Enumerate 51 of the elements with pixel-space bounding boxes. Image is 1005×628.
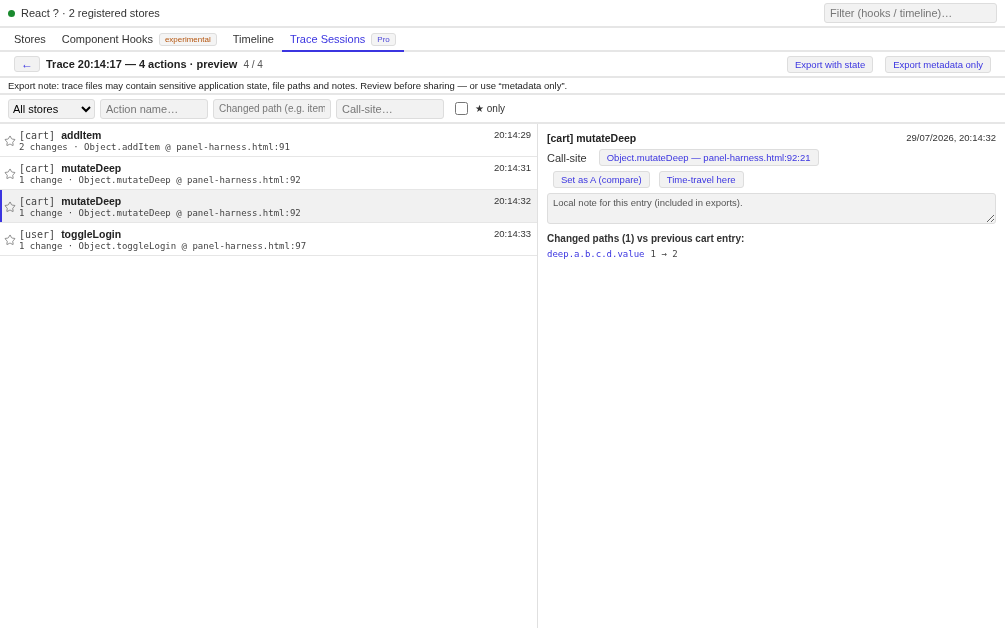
back-button[interactable]: ←: [14, 56, 40, 72]
action-button[interactable]: Time-travel here: [658, 171, 744, 188]
tab[interactable]: Component Hooks experimental: [53, 28, 225, 52]
entry-meta: 1 change · Object.toggleLogin @ panel-harness.html:97: [19, 241, 308, 251]
entry-time: 20:14:33: [494, 228, 531, 239]
entry-action: mutateDeep: [61, 195, 122, 207]
entry-store: [cart]: [19, 163, 56, 174]
entry-action: mutateDeep: [61, 162, 122, 174]
trace-count: 4 / 4: [243, 58, 263, 70]
entry-meta: 1 change · Object.mutateDeep @ panel-harness.html:92: [19, 175, 302, 185]
star-icon[interactable]: [4, 233, 16, 246]
detail-title: [cart] mutateDeep: [547, 132, 637, 144]
changed-path: deep.a.b.c.d.value: [547, 249, 645, 259]
trace-title: Trace 20:14:17 — 4 actions · preview: [46, 58, 238, 70]
star-icon[interactable]: [4, 134, 16, 147]
entry-store: [cart]: [19, 130, 56, 141]
entry-action: addItem: [61, 129, 102, 141]
action-button[interactable]: Set as A (compare): [553, 171, 650, 188]
entry-meta: 2 changes · Object.addItem @ panel-harness.html:91: [19, 142, 291, 152]
export-note: Export note: trace files may contain sensitive application state, file paths and notes. Review before sharing — or use “metadata only”.: [0, 78, 1005, 95]
entry-time: 20:14:29: [494, 129, 531, 140]
action-filter-field[interactable]: Action name…: [100, 98, 208, 119]
tab-badge: Pro: [371, 32, 396, 46]
tab-badge: experimental: [158, 32, 217, 46]
change-value: 1 → 2: [650, 249, 678, 259]
detail-datetime: 29/07/2026, 20:14:32: [906, 132, 996, 143]
star-icon[interactable]: [4, 200, 16, 213]
star-icon[interactable]: [4, 167, 16, 180]
entry-row[interactable]: [cart] mutateDeep 1 change · Object.mutateDeep @ panel-harness.html:92 20:14:32: [0, 190, 537, 223]
entry-action: toggleLogin: [61, 228, 122, 240]
callsite-label: Call-site: [547, 151, 587, 164]
entry-meta: 1 change · Object.mutateDeep @ panel-harness.html:92: [19, 208, 302, 218]
path-filter-field[interactable]: Changed path (e.g. item: [213, 98, 331, 119]
changes-heading: Changed paths (1) vs previous cart entry:: [547, 233, 746, 244]
starred-only-label: ★ only: [475, 103, 506, 114]
entry-store: [cart]: [19, 196, 56, 207]
starred-only-checkbox[interactable]: [455, 102, 468, 115]
callsite-link[interactable]: Object.mutateDeep — panel-harness.html:92:21: [598, 149, 819, 166]
entry-store: [user]: [19, 229, 56, 240]
callsite-filter-field[interactable]: Call-site…: [336, 98, 444, 119]
status-text: React ? · 2 registered stores: [21, 7, 160, 19]
entry-time: 20:14:32: [494, 195, 531, 206]
tab[interactable]: Stores: [6, 28, 54, 52]
entry-time: 20:14:31: [494, 162, 531, 173]
filter-field[interactable]: Filter (hooks / timeline)…: [824, 3, 997, 23]
tab[interactable]: Timeline: [224, 28, 282, 52]
store-select[interactable]: All stores: [8, 98, 95, 119]
export-button[interactable]: Export with state: [787, 55, 874, 73]
export-button[interactable]: Export metadata only: [885, 55, 991, 73]
note-field[interactable]: Local note for this entry (included in exports).: [547, 193, 996, 224]
tab[interactable]: Trace Sessions Pro: [281, 28, 404, 52]
